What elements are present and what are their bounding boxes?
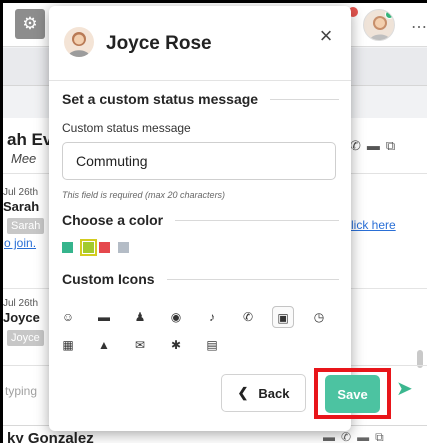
custom-status-dialog: Joyce Rose × Set a custom status message… [49,6,391,431]
status-field-hint: This field is required (max 20 character… [62,190,226,200]
briefcase-icon[interactable]: ▣ [272,306,294,328]
phone-icon[interactable]: ✆ [237,306,259,328]
status-message-input[interactable] [62,142,336,180]
back-button-label: Back [258,385,290,401]
back-button[interactable]: ❮ Back [221,374,306,412]
app-screen: ⚙ ⋯ ah Ev Mee ✆▬⧉ Jul 26th Sarah Sarah o… [3,3,427,443]
avatar [64,27,94,57]
save-button[interactable]: Save [325,375,380,413]
avatar[interactable] [363,9,395,41]
status-section-label: Set a custom status message [62,91,259,107]
chat-icon[interactable]: ▬ [323,430,341,443]
message-date: Jul 26th [3,298,39,309]
external-link-icon[interactable]: ⧉ [375,430,390,443]
message-link[interactable]: o join. [4,236,36,250]
person-icon[interactable]: ♟ [129,306,151,328]
color-section-title: Choose a color [62,212,339,228]
mail-icon[interactable]: ✉ [129,334,151,356]
status-field-label: Custom status message [62,121,191,135]
color-section-label: Choose a color [62,212,164,228]
folder-icon[interactable]: ▬ [357,430,375,443]
home-icon[interactable]: ▲ [93,334,115,356]
color-swatch-red[interactable] [99,242,110,253]
message-link-click-here[interactable]: lick here [351,218,396,232]
contact-name: ky Gonzalez [7,430,94,443]
divider [175,219,339,221]
message-sender: Sarah [3,199,40,214]
icons-section-label: Custom Icons [62,271,155,287]
history-icon[interactable]: ◷ [308,306,330,328]
icons-section-title: Custom Icons [62,271,339,287]
color-swatch-yellow-green[interactable] [80,239,97,256]
bus-icon[interactable]: ▦ [57,334,79,356]
phone-icon[interactable]: ✆ [350,138,367,153]
send-icon[interactable]: ➤ [396,376,413,401]
calendar-icon[interactable]: ▤ [201,334,223,356]
icon-picker: ☺ ▬ ♟ ◉ ♪ ✆ ▣ ◷ ▦ ▲ ✉ ✱ ▤ [49,306,351,358]
bug-icon[interactable]: ✱ [165,334,187,356]
message-input[interactable]: typing [5,384,37,398]
chat-contact-name: ah Ev [7,130,53,149]
smile-icon[interactable]: ☺ [57,306,79,328]
chat-contact-subtitle: Mee [11,151,37,166]
close-icon[interactable]: × [314,24,338,48]
more-icon[interactable]: ⋯ [411,17,427,37]
phone-icon[interactable]: ✆ [341,430,357,443]
divider [49,80,351,81]
dialog-title: Joyce Rose [106,33,212,54]
color-swatch-green[interactable] [62,242,73,253]
message-sender: Joyce [3,310,40,325]
contact-actions: ▬✆▬⧉ [323,430,390,443]
mention-chip: Joyce [7,330,44,346]
divider [270,98,339,100]
message-date: Jul 26th [3,187,39,198]
chat-header-actions: ✆▬⧉ [350,138,401,154]
gear-icon[interactable]: ⚙ [15,9,45,39]
external-link-icon[interactable]: ⧉ [386,138,401,153]
folder-icon[interactable]: ▬ [367,138,386,153]
divider [166,278,339,280]
folder-icon[interactable]: ▬ [93,306,115,328]
status-section-title: Set a custom status message [62,91,339,107]
mention-chip: Sarah [7,218,45,234]
online-status-dot [385,10,394,19]
color-swatch-gray[interactable] [118,242,129,253]
user-circle-icon[interactable]: ◉ [165,306,187,328]
chevron-left-icon: ❮ [237,385,249,400]
bell-icon[interactable]: ♪ [201,306,223,328]
person-avatar-icon [68,32,90,57]
